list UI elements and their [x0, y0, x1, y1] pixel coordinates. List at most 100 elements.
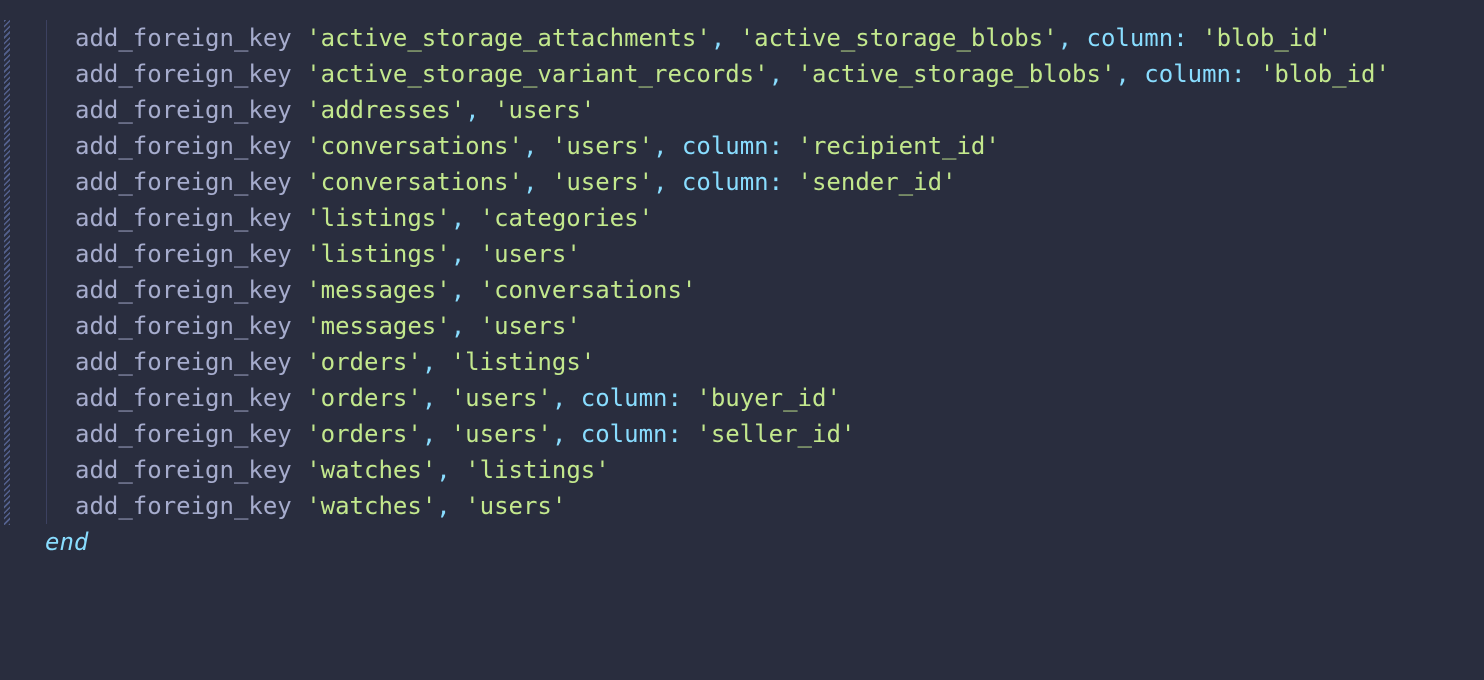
comma: , — [1057, 24, 1087, 52]
table-name: orders — [320, 384, 408, 412]
code-editor[interactable]: add_foreign_key ' active_storage_attachme… — [0, 0, 1484, 680]
quote: ' — [479, 312, 495, 340]
quote: ' — [479, 204, 495, 232]
referenced-table: listings — [479, 456, 596, 484]
option-key: column: — [681, 168, 784, 196]
quote: ' — [450, 348, 466, 376]
quote: ' — [1375, 60, 1390, 88]
quote: ' — [465, 492, 480, 520]
referenced-table: users — [465, 384, 538, 412]
code-line[interactable]: add_foreign_key 'messages', 'conversatio… — [0, 272, 1484, 308]
quote: ' — [306, 348, 321, 376]
comma: , — [522, 168, 552, 196]
option-value: blob_id — [1216, 24, 1318, 52]
quote: ' — [407, 420, 422, 448]
method-name: add_foreign_key — [75, 240, 292, 268]
comma: , — [551, 384, 581, 412]
comma: , — [551, 420, 581, 448]
quote: ' — [551, 168, 567, 196]
quote: ' — [465, 456, 480, 484]
code-line[interactable]: add_foreign_key 'addresses', 'users' — [0, 92, 1484, 128]
code-line[interactable]: add_foreign_key 'watches', 'listings' — [0, 452, 1484, 488]
comma: , — [450, 204, 480, 232]
referenced-table: users — [494, 312, 567, 340]
code-line[interactable]: add_foreign_key 'messages', 'users' — [0, 308, 1484, 344]
code-line[interactable]: add_foreign_key 'orders', 'users', colum… — [0, 416, 1484, 452]
quote: ' — [537, 420, 552, 448]
option-value: blob_id — [1274, 60, 1376, 88]
quote: ' — [306, 384, 321, 412]
quote: ' — [826, 384, 841, 412]
method-name: add_foreign_key — [75, 384, 292, 412]
table-name: messages — [320, 312, 437, 340]
code-line[interactable]: add_foreign_key 'conversations', 'users'… — [0, 164, 1484, 200]
comma: , — [421, 348, 451, 376]
method-name: add_foreign_key — [75, 96, 292, 124]
referenced-table: users — [566, 132, 639, 160]
code-content[interactable]: add_foreign_key ' active_storage_attachme… — [0, 20, 1484, 560]
code-line[interactable]: add_foreign_key 'active_storage_variant_… — [0, 56, 1484, 92]
quote: ' — [985, 132, 1000, 160]
quote: ' — [551, 132, 567, 160]
quote: ' — [942, 168, 957, 196]
quote: ' — [306, 168, 321, 196]
method-name: add_foreign_key — [75, 204, 292, 232]
quote: ' — [696, 384, 711, 412]
quote: ' — [508, 132, 523, 160]
code-line[interactable]: add_foreign_key 'watches', 'users' — [0, 488, 1484, 524]
code-line[interactable]: add_foreign_key 'listings', 'categories' — [0, 200, 1484, 236]
method-name: add_foreign_key — [75, 132, 292, 160]
method-name: add_foreign_key — [75, 420, 292, 448]
quote: ' — [638, 132, 654, 160]
method-name: add_foreign_key — [75, 492, 292, 520]
comma: , — [653, 132, 682, 160]
quote: ' — [508, 168, 523, 196]
quote: ' — [696, 420, 711, 448]
table-name: watches — [320, 456, 422, 484]
method-name: add_foreign_key — [75, 456, 292, 484]
referenced-table: users — [465, 420, 538, 448]
quote: ' — [1043, 24, 1058, 52]
comma: , — [436, 492, 466, 520]
quote: ' — [306, 240, 321, 268]
comma: , — [653, 168, 682, 196]
comma: , — [421, 420, 451, 448]
quote: ' — [306, 60, 321, 88]
code-line-end[interactable]: end — [0, 524, 1484, 560]
option-value: seller_id — [710, 420, 841, 448]
quote: ' — [696, 24, 711, 52]
code-line[interactable]: add_foreign_key 'listings', 'users' — [0, 236, 1484, 272]
table-name: conversations — [320, 168, 509, 196]
referenced-table: users — [566, 168, 639, 196]
code-line[interactable]: add_foreign_key 'orders', 'listings' — [0, 344, 1484, 380]
code-line[interactable]: add_foreign_key 'active_storage_attachme… — [0, 20, 1484, 56]
code-line[interactable]: add_foreign_key 'orders', 'users', colum… — [0, 380, 1484, 416]
quote: ' — [421, 492, 437, 520]
code-line[interactable]: add_foreign_key 'conversations', 'users'… — [0, 128, 1484, 164]
comma: , — [450, 276, 480, 304]
quote: ' — [306, 96, 321, 124]
quote: ' — [306, 456, 321, 484]
quote: ' — [436, 276, 451, 304]
quote: ' — [306, 132, 321, 160]
comma: , — [450, 240, 480, 268]
quote: ' — [306, 492, 321, 520]
quote: ' — [450, 384, 466, 412]
option-value: buyer_id — [710, 384, 827, 412]
quote: ' — [1202, 24, 1217, 52]
table-name: active_storage_attachments — [320, 24, 697, 52]
referenced-table: categories — [494, 204, 639, 232]
comma: , — [710, 24, 740, 52]
